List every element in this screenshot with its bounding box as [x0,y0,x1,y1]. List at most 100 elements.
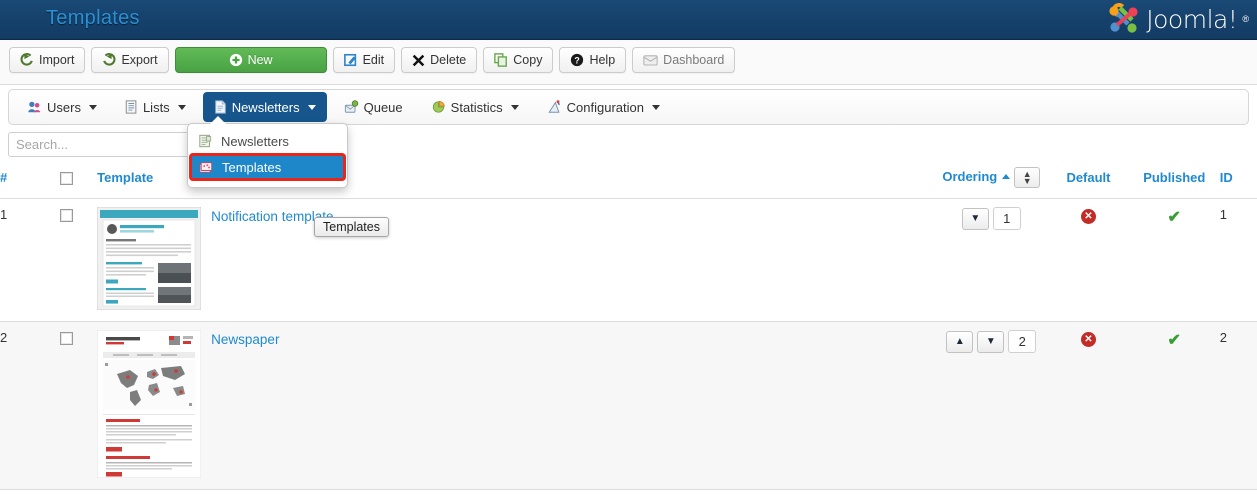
module-nav: Users Lists Newsletters Queue Statistics… [8,89,1249,125]
brand-name: Joomla! [1146,4,1238,34]
table-row: 2 Newspaper ▲ ▼ 2 ✕ ✔ 2 [0,321,1257,490]
nav-item-configuration[interactable]: Configuration [536,92,671,122]
queue-gear-icon [344,100,358,113]
question-circle-icon: ? [571,53,584,67]
chevron-down-icon [652,104,660,110]
sort-ascending-icon [1002,174,1011,179]
brand-registered-mark: ® [1242,14,1249,24]
order-value[interactable]: 1 [992,207,1021,230]
help-button-label: Help [589,53,616,67]
template-name-link[interactable]: Newspaper [211,332,279,347]
published-status-yes-icon[interactable]: ✔ [1168,209,1181,226]
nav-item-users-label: Users [47,99,81,115]
row-ordering-cell: ▼ 1 [934,198,1049,322]
app-header: Templates Joomla! ® [0,0,1257,40]
delete-button-label: Delete [430,53,467,67]
order-value[interactable]: 2 [1008,330,1037,353]
dashboard-button-label: Dashboard [663,53,725,67]
export-button-label: Export [121,53,158,67]
newspaper-template-thumb[interactable] [96,329,202,481]
list-icon [125,100,137,114]
x-mark-icon [412,54,425,66]
table-body: 1 Notification template ▼ 1 ✕ ✔ 1 2 News… [0,198,1257,490]
th-number: # [0,163,36,199]
newsletters-dropdown-menu: Newsletters Templates [187,116,348,188]
new-button[interactable]: New [174,47,327,73]
page-title: Templates [46,7,140,29]
row-number: 1 [0,198,36,322]
order-move-down-button[interactable]: ▼ [977,330,1005,353]
edit-button[interactable]: Edit [332,47,396,73]
row-number: 2 [0,321,36,490]
nav-item-configuration-label: Configuration [566,99,644,115]
nav-item-statistics[interactable]: Statistics [420,92,530,122]
default-status-no-icon[interactable]: ✕ [1080,209,1096,224]
help-button[interactable]: ? Help [559,47,627,73]
nav-item-users[interactable]: Users [16,92,108,122]
templates-tooltip: Templates [314,217,389,237]
import-icon [20,53,33,66]
dashboard-icon [643,55,658,66]
row-checkbox[interactable] [59,332,73,346]
row-select-cell [35,321,98,490]
import-button-label: Import [39,53,75,67]
row-id-value: 1 [1219,207,1227,222]
row-default-cell: ✕ [1048,321,1129,490]
row-template-cell: Newspaper [96,321,935,490]
new-button-label: New [247,53,273,67]
nav-item-queue[interactable]: Queue [333,92,414,122]
ordering-controls: ▲ ▼ 2 [946,330,1037,353]
statistics-icon [432,100,445,113]
module-nav-bar: Users Lists Newsletters Queue Statistics… [0,85,1257,188]
th-select-all [35,163,98,199]
th-ordering-label[interactable]: Ordering [942,169,997,184]
table-row: 1 Notification template ▼ 1 ✕ ✔ 1 [0,198,1257,322]
delete-button[interactable]: Delete [401,47,478,73]
row-id-cell: 2 [1219,321,1257,490]
row-published-cell: ✔ [1128,321,1220,490]
copy-button[interactable]: Copy [483,47,554,73]
export-button[interactable]: Export [91,47,169,73]
copy-icon [494,53,508,67]
row-select-cell [35,198,98,322]
th-ordering: Ordering ▲ ▼ [934,163,1049,199]
ordering-controls: ▼ 1 [961,207,1021,230]
notification-template-thumb[interactable] [96,206,202,313]
nav-item-lists-label: Lists [142,99,170,115]
ordering-sort-select[interactable]: ▲ ▼ [1014,167,1041,188]
dropdown-item-newsletters-label: Newsletters [221,133,289,149]
select-all-checkbox[interactable] [59,172,73,186]
row-checkbox[interactable] [59,209,73,223]
export-icon [103,53,116,66]
pencil-square-icon [343,53,356,67]
th-default[interactable]: Default [1048,163,1129,199]
row-id-cell: 1 [1219,198,1257,322]
order-move-up-button[interactable]: ▲ [946,330,974,353]
templates-table: # Template Ordering ▲ ▼ Default Published … [0,163,1257,490]
svg-text:?: ? [575,56,580,66]
joomla-logo: Joomla! ® [1107,3,1249,35]
th-published[interactable]: Published [1128,163,1220,199]
row-ordering-cell: ▲ ▼ 2 [934,321,1049,490]
nav-item-statistics-label: Statistics [450,99,503,115]
th-id[interactable]: ID [1219,163,1257,199]
chevron-down-icon [307,104,316,110]
row-published-cell: ✔ [1128,198,1220,322]
nav-item-lists[interactable]: Lists [114,92,197,122]
import-button[interactable]: Import [9,47,86,73]
document-icon [214,100,226,114]
dropdown-item-newsletters[interactable]: Newsletters [188,129,347,153]
dropdown-item-templates-label: Templates [222,159,282,175]
default-status-no-icon[interactable]: ✕ [1080,332,1096,347]
chevron-down-icon [510,104,519,110]
row-template-cell: Notification template [96,198,935,322]
chevron-down-icon [177,104,186,110]
newsletter-page-icon [199,134,212,148]
nav-item-newsletters-label: Newsletters [231,99,300,115]
order-move-down-button[interactable]: ▼ [961,207,989,230]
users-icon [28,101,41,113]
dashboard-button[interactable]: Dashboard [632,47,736,73]
dropdown-item-templates[interactable]: Templates [189,153,346,181]
copy-button-label: Copy [513,53,543,67]
published-status-yes-icon[interactable]: ✔ [1168,332,1181,349]
